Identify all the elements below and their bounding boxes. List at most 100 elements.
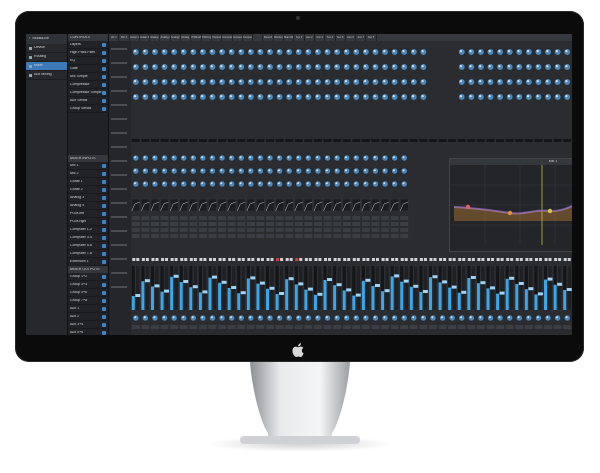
param-cell[interactable] [237, 228, 246, 232]
slider-track[interactable] [266, 139, 275, 142]
knob-icon[interactable] [170, 93, 178, 101]
knob-icon[interactable] [170, 48, 178, 56]
param-cell[interactable] [285, 222, 294, 226]
mute-button[interactable] [199, 258, 203, 261]
knob-icon[interactable] [218, 167, 226, 175]
fader-track[interactable] [519, 265, 524, 311]
gate-graph[interactable] [390, 198, 399, 212]
fader-track[interactable] [221, 265, 227, 311]
solo-button[interactable] [318, 258, 322, 261]
param-cell[interactable] [208, 216, 217, 220]
knob-icon[interactable] [151, 63, 159, 71]
param-cell[interactable] [170, 222, 179, 226]
knob-icon[interactable] [372, 180, 379, 188]
gate-graph[interactable] [275, 198, 284, 212]
knob-icon[interactable] [132, 63, 140, 71]
knob-icon[interactable] [381, 154, 389, 162]
param-cell[interactable] [342, 222, 351, 226]
knob-icon[interactable] [343, 78, 351, 86]
slider-track[interactable] [285, 139, 294, 142]
param-cell[interactable] [131, 222, 140, 226]
knob-icon[interactable] [190, 167, 197, 175]
gate-graph[interactable] [371, 198, 380, 212]
knob-icon[interactable] [544, 63, 552, 71]
list-item[interactable]: Group Sends [68, 105, 108, 113]
fader-cap[interactable] [144, 279, 150, 283]
slider-track[interactable] [438, 139, 447, 142]
param-cell[interactable] [294, 234, 303, 238]
solo-button[interactable] [414, 258, 418, 261]
checkbox-icon[interactable] [102, 171, 106, 176]
knob-icon[interactable] [161, 167, 168, 175]
list-item[interactable]: Group 3+4 [68, 281, 108, 289]
knob-icon[interactable] [352, 48, 360, 56]
param-cell[interactable] [198, 222, 207, 226]
mute-button[interactable] [419, 258, 423, 261]
knob-icon[interactable] [238, 154, 245, 162]
fader-track[interactable] [461, 265, 466, 311]
checkbox-icon[interactable] [102, 298, 106, 303]
slider-track[interactable] [409, 139, 418, 142]
fader-cap[interactable] [442, 280, 448, 284]
gate-graph[interactable] [361, 198, 371, 212]
fader-cap[interactable] [164, 289, 170, 293]
knob-icon[interactable] [170, 63, 178, 71]
mute-button[interactable] [189, 258, 193, 261]
fader-cap[interactable] [490, 286, 496, 290]
fader-cap[interactable] [307, 287, 313, 291]
knob-icon[interactable] [410, 63, 418, 71]
solo-button[interactable] [203, 258, 207, 261]
gate-graph[interactable] [227, 198, 236, 212]
param-cell[interactable] [141, 216, 150, 220]
param-cell[interactable] [160, 222, 169, 226]
knob-icon[interactable] [525, 78, 533, 86]
knob-icon[interactable] [132, 180, 139, 188]
solo-button[interactable] [567, 258, 571, 261]
list-item[interactable]: PGM-left [68, 210, 108, 218]
knob-icon[interactable] [372, 167, 379, 175]
knob-icon[interactable] [209, 167, 216, 175]
checkbox-icon[interactable] [102, 330, 106, 335]
knob-icon[interactable] [247, 48, 255, 56]
solo-button[interactable] [423, 258, 427, 261]
param-cell[interactable] [227, 234, 236, 238]
fader-track[interactable] [384, 265, 390, 311]
knob-icon[interactable] [352, 78, 360, 86]
knob-icon[interactable] [362, 154, 370, 162]
slider-track[interactable] [313, 139, 322, 142]
solo-button[interactable] [212, 258, 216, 261]
slider-track[interactable] [428, 139, 437, 142]
param-cell[interactable] [275, 234, 284, 238]
knob-icon[interactable] [381, 93, 389, 101]
param-cell[interactable] [246, 216, 255, 220]
solo-button[interactable] [280, 258, 284, 261]
fader-track[interactable] [365, 265, 371, 311]
checkbox-icon[interactable] [102, 227, 106, 232]
knob-icon[interactable] [161, 180, 168, 188]
slider-track[interactable] [275, 139, 284, 142]
fader-track[interactable] [404, 265, 409, 311]
knob-icon[interactable] [161, 78, 168, 86]
mute-button[interactable] [391, 258, 395, 261]
slider-track[interactable] [208, 139, 217, 142]
knob-icon[interactable] [381, 48, 389, 56]
list-item[interactable]: Mic 1 [68, 162, 108, 170]
solo-button[interactable] [404, 258, 408, 261]
checkbox-icon[interactable] [102, 306, 106, 311]
solo-button[interactable] [538, 258, 542, 261]
knob-icon[interactable] [401, 154, 408, 162]
param-cell[interactable] [390, 228, 399, 232]
knob-icon[interactable] [266, 63, 274, 71]
knob-icon[interactable] [180, 167, 187, 175]
slider-track[interactable] [524, 139, 533, 142]
mute-button[interactable] [381, 258, 385, 261]
param-cell[interactable] [381, 216, 390, 220]
slider-track[interactable] [246, 139, 255, 142]
param-cell[interactable] [400, 234, 409, 238]
knob-icon[interactable] [314, 154, 322, 162]
mute-button[interactable] [324, 258, 328, 261]
param-cell[interactable] [371, 228, 380, 232]
solo-button[interactable] [193, 258, 197, 261]
fader-track[interactable] [183, 265, 188, 311]
param-cell[interactable] [141, 222, 150, 226]
